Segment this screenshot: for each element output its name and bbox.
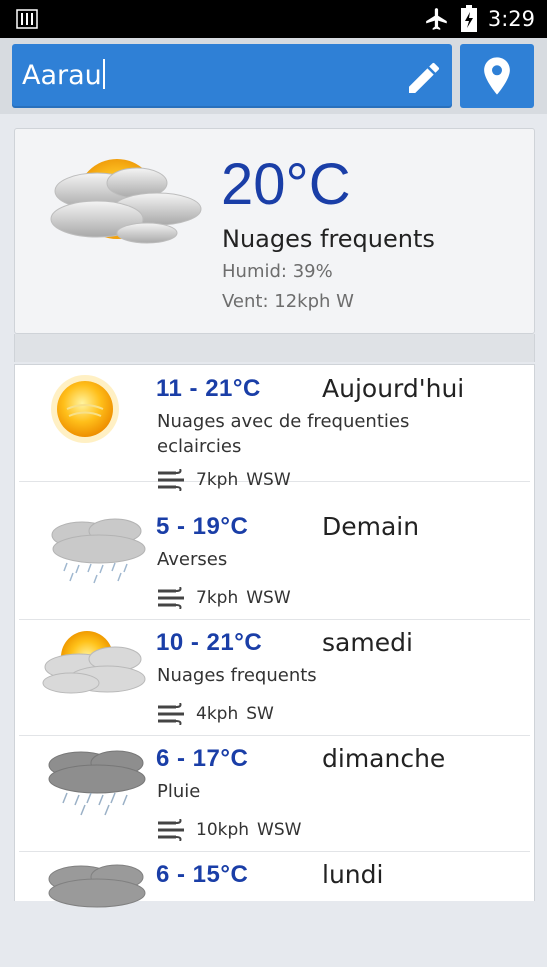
forecast-row[interactable]: 5 - 19°C Demain Averses 7kph WSW [19, 503, 530, 620]
wind-speed: 7kph [196, 588, 239, 608]
edit-pencil-icon[interactable] [404, 58, 444, 98]
forecast-row[interactable]: 11 - 21°C Aujourd'hui Nuages avec de fre… [19, 365, 530, 491]
wind-icon [158, 469, 184, 491]
rain-icon [48, 750, 146, 816]
forecast-day-name: samedi [322, 628, 413, 657]
forecast-day-name: dimanche [322, 744, 446, 773]
sun-behind-clouds-icon [42, 631, 146, 694]
current-wind: Vent: 12kph W [222, 291, 354, 312]
forecast-wind: 10kph WSW [156, 819, 301, 841]
forecast-temp-range: 11 - 21°C [156, 375, 261, 402]
forecast-description: Averses [157, 549, 228, 570]
wind-speed: 7kph [196, 470, 239, 490]
cloud-icon [48, 864, 146, 908]
wind-icon [158, 587, 184, 609]
status-bar: 3:29 [0, 0, 547, 38]
forecast-description: Pluie [157, 781, 201, 802]
current-condition: Nuages frequents [222, 225, 435, 253]
forecast-wind: 7kph WSW [156, 469, 291, 491]
wind-speed: 4kph [196, 704, 239, 724]
forecast-wind: 7kph WSW [156, 587, 291, 609]
locate-me-button[interactable] [460, 44, 534, 108]
forecast-row[interactable]: 6 - 15°C lundi [19, 851, 530, 967]
wind-direction: WSW [246, 470, 291, 490]
forecast-temp-range: 6 - 17°C [156, 745, 249, 772]
wind-speed: 10kph [196, 820, 250, 840]
text-caret [102, 59, 105, 89]
current-conditions-card: 20°C Nuages frequents Humid: 39% Vent: 1… [14, 128, 535, 334]
section-divider [14, 334, 535, 362]
search-bar: Aarau [0, 38, 547, 114]
wind-direction: WSW [257, 820, 302, 840]
forecast-day-name: Aujourd'hui [322, 374, 465, 403]
rain-showers-icon [51, 518, 146, 584]
forecast-temp-range: 5 - 19°C [156, 513, 249, 540]
forecast-temp-range: 10 - 21°C [156, 629, 263, 656]
current-temperature: 20°C [221, 152, 351, 217]
sun-icon [51, 375, 119, 443]
forecast-day-name: Demain [322, 512, 420, 541]
city-search-input[interactable]: Aarau [12, 44, 452, 108]
city-search-value: Aarau [22, 60, 102, 91]
forecast-row[interactable]: 6 - 17°C dimanche Pluie 10kph WSW [19, 735, 530, 852]
forecast-temp-range: 6 - 15°C [156, 861, 249, 888]
battery-icon [460, 5, 477, 32]
location-pin-icon [484, 57, 510, 95]
forecast-wind: 4kph SW [156, 703, 274, 725]
status-time: 3:29 [487, 7, 535, 31]
wind-direction: SW [246, 704, 274, 724]
wind-direction: WSW [246, 588, 291, 608]
forecast-description: Nuages frequents [157, 665, 317, 686]
sim-icon [16, 9, 38, 29]
wind-icon [158, 703, 184, 725]
current-humidity: Humid: 39% [222, 261, 333, 282]
sun-behind-clouds-icon [50, 159, 202, 244]
airplane-mode-icon [425, 8, 447, 30]
forecast-day-name: lundi [322, 860, 384, 889]
wind-icon [158, 819, 184, 841]
forecast-row[interactable]: 10 - 21°C samedi Nuages frequents 4kph S… [19, 619, 530, 736]
forecast-list[interactable]: 11 - 21°C Aujourd'hui Nuages avec de fre… [14, 364, 535, 908]
forecast-description: Nuages avec de frequenties eclaircies [157, 411, 410, 457]
